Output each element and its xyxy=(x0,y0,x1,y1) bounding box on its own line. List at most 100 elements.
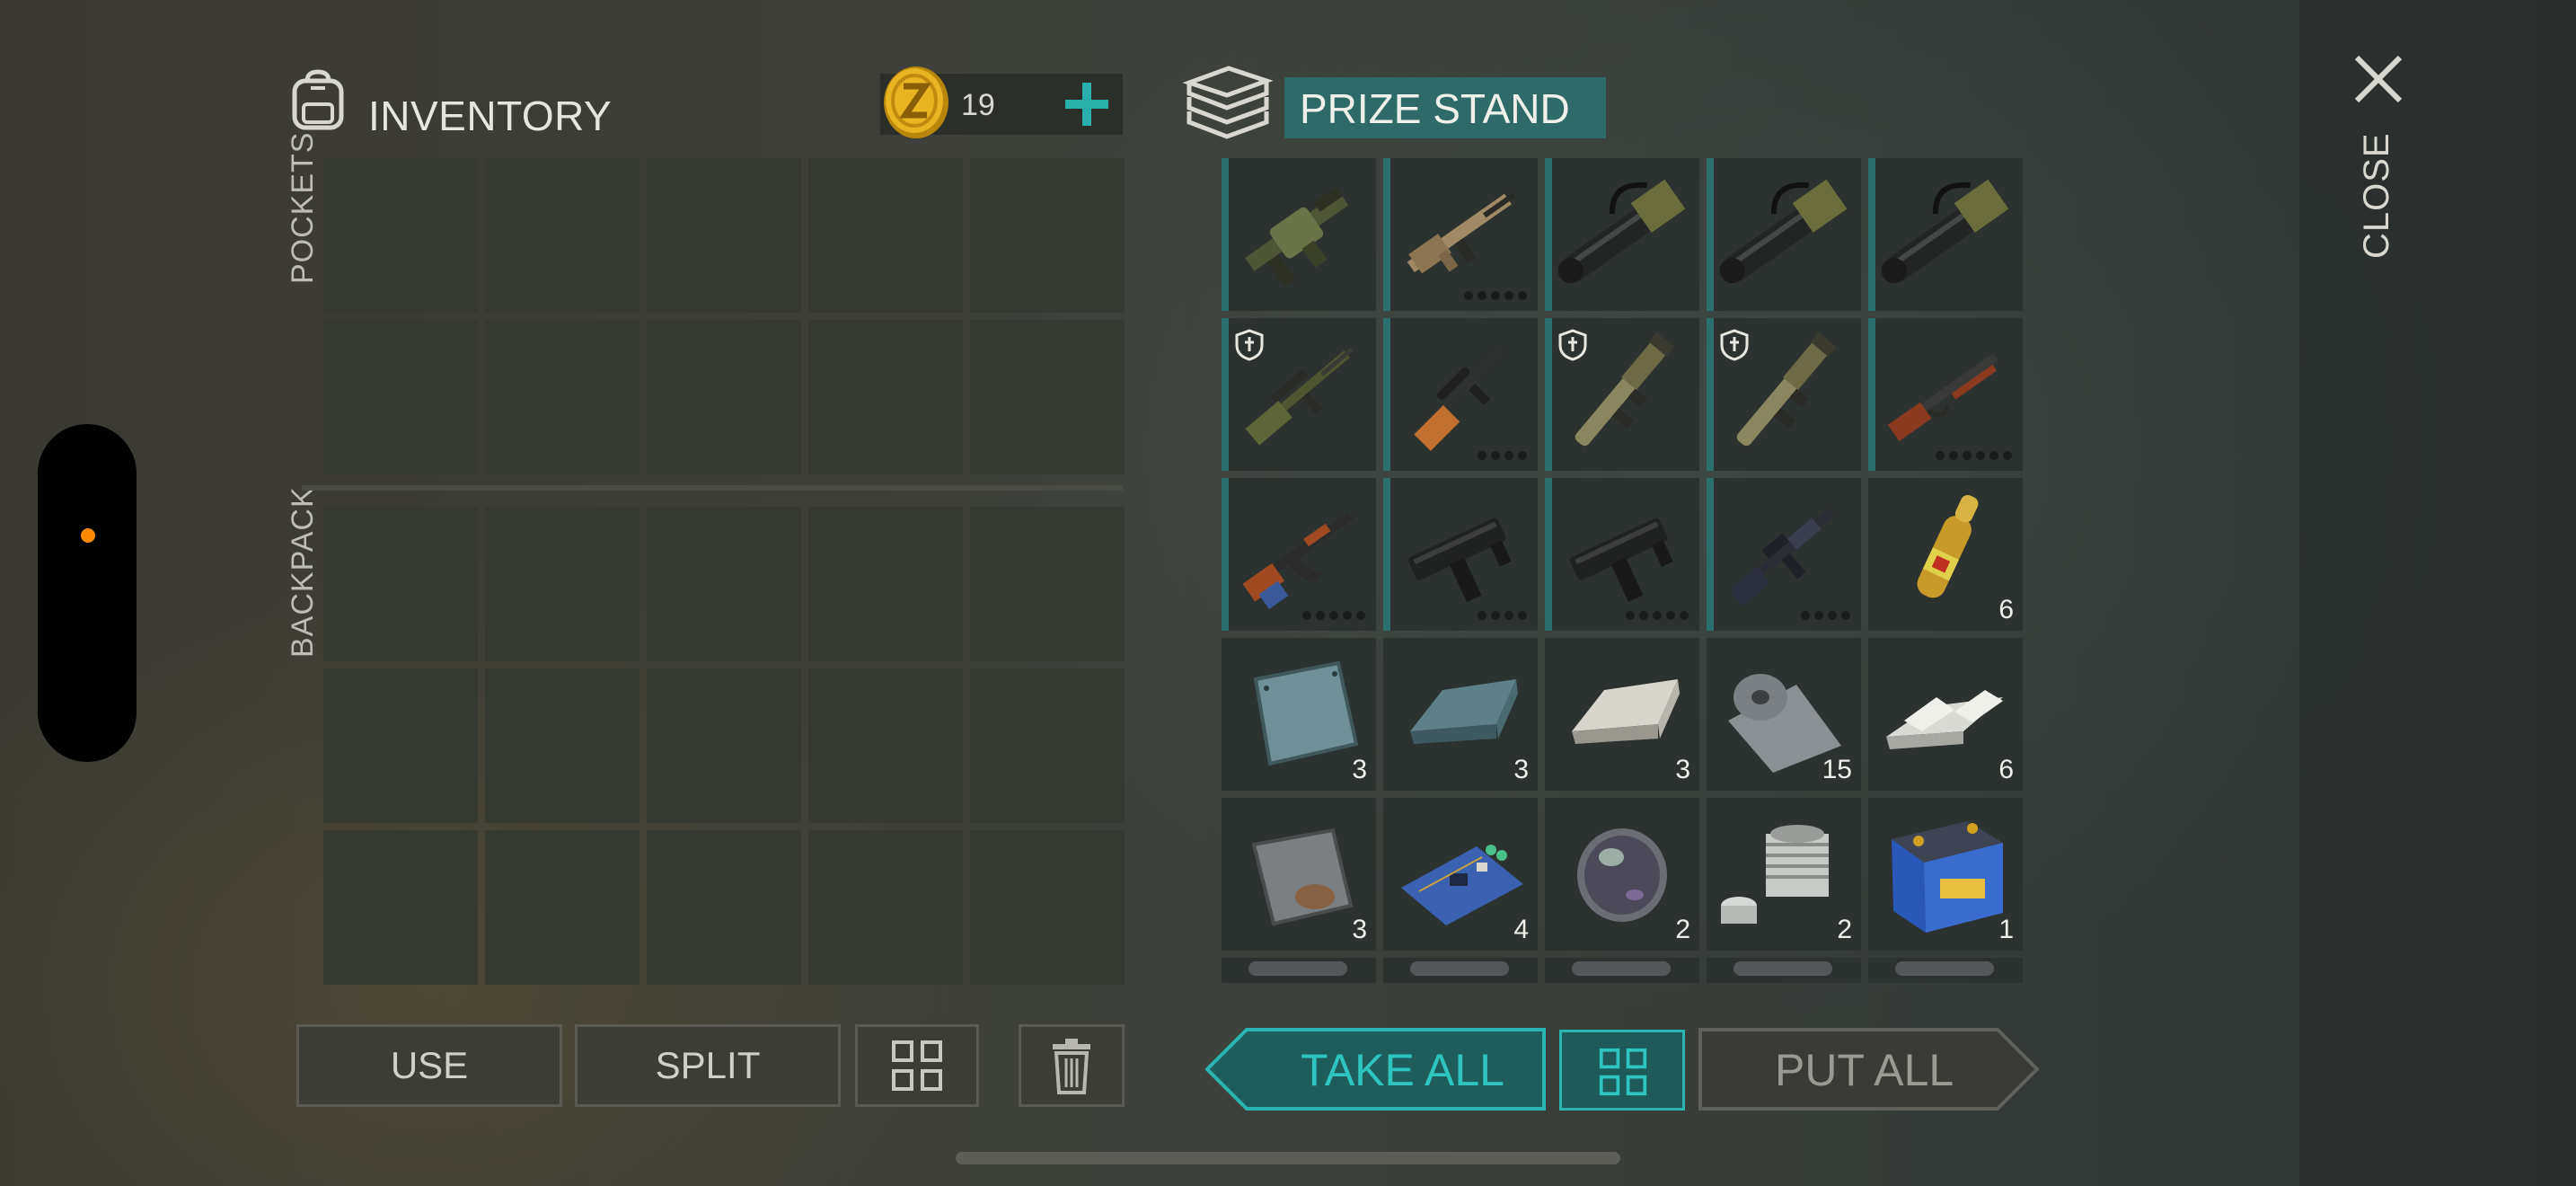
stand-slot[interactable]: 6 xyxy=(1868,638,2023,791)
coin-count: 19 xyxy=(961,88,995,122)
item-count: 15 xyxy=(1822,755,1852,784)
mod-slots xyxy=(1478,451,1527,460)
stand-slot[interactable] xyxy=(1707,958,1861,983)
put-all-label: PUT ALL xyxy=(1775,1045,1954,1095)
stand-slot[interactable] xyxy=(1383,158,1538,311)
backpack-slot[interactable] xyxy=(647,507,801,661)
stand-slot[interactable] xyxy=(1707,158,1861,311)
item-count: 2 xyxy=(1837,915,1852,944)
protected-shield-icon xyxy=(1558,329,1587,361)
pocket-slot[interactable] xyxy=(323,158,478,313)
stand-slot[interactable]: 3 xyxy=(1222,638,1376,791)
item-count: 3 xyxy=(1352,755,1367,784)
stand-slot[interactable] xyxy=(1222,958,1376,983)
stand-slot[interactable] xyxy=(1222,158,1376,311)
stand-slot[interactable]: 6 xyxy=(1868,478,2023,631)
item-count: 3 xyxy=(1513,755,1529,784)
pocket-slot[interactable] xyxy=(323,320,478,474)
stand-slot[interactable] xyxy=(1707,318,1861,471)
pocket-slot[interactable] xyxy=(808,320,963,474)
stand-slot[interactable] xyxy=(1383,318,1538,471)
scoped-carbine-icon xyxy=(1412,346,1506,451)
side-pill xyxy=(38,424,137,762)
stand-slot[interactable] xyxy=(1545,958,1699,983)
section-divider xyxy=(302,485,1123,491)
backpack-slot[interactable] xyxy=(485,668,640,823)
pockets-grid xyxy=(323,158,1125,474)
indicator-dot xyxy=(81,528,95,543)
pocket-slot[interactable] xyxy=(970,158,1125,313)
sort-grid-icon xyxy=(892,1040,942,1091)
scar-rifle-icon xyxy=(1407,192,1516,274)
stand-slot[interactable]: 1 xyxy=(1868,798,2023,951)
mod-slots xyxy=(1626,611,1689,620)
stand-slot[interactable] xyxy=(1222,318,1376,471)
discard-button[interactable] xyxy=(1019,1024,1125,1107)
pocket-slot[interactable] xyxy=(808,158,963,313)
stand-slot[interactable] xyxy=(1545,158,1699,311)
stand-slot[interactable] xyxy=(1383,478,1538,631)
crate-stack-icon xyxy=(1182,66,1274,139)
stand-slot[interactable] xyxy=(1707,478,1861,631)
backpack-slot[interactable] xyxy=(323,507,478,661)
pocket-slot[interactable] xyxy=(647,320,801,474)
partial-item-icon xyxy=(1895,961,1994,976)
backpack-slot[interactable] xyxy=(647,668,801,823)
stand-slot[interactable]: 4 xyxy=(1383,798,1538,951)
pocket-slot[interactable] xyxy=(647,158,801,313)
ak-rifle-icon xyxy=(1242,511,1354,609)
stand-slot[interactable]: 2 xyxy=(1545,798,1699,951)
backpack-slot[interactable] xyxy=(970,668,1125,823)
mod-slots xyxy=(1801,611,1850,620)
stand-slot[interactable] xyxy=(1222,478,1376,631)
sort-inventory-button[interactable] xyxy=(855,1024,979,1107)
backpack-slot[interactable] xyxy=(970,830,1125,985)
pocket-slot[interactable] xyxy=(970,320,1125,474)
backpack-slot[interactable] xyxy=(808,830,963,985)
minigun-icon xyxy=(1719,179,1848,284)
pocket-slot[interactable] xyxy=(485,158,640,313)
stand-slot[interactable]: 3 xyxy=(1545,638,1699,791)
backpack-slot[interactable] xyxy=(323,668,478,823)
stand-slot[interactable] xyxy=(1868,318,2023,471)
stand-slot[interactable]: 2 xyxy=(1707,798,1861,951)
backpack-slot[interactable] xyxy=(485,507,640,661)
stand-slot[interactable] xyxy=(1868,158,2023,311)
prize-stand-grid: 6 3 3 3 15 6 3 4 2 2 1 xyxy=(1222,158,2023,983)
inventory-title: INVENTORY xyxy=(368,93,613,139)
stand-slot[interactable]: 15 xyxy=(1707,638,1861,791)
backpack-slot[interactable] xyxy=(808,507,963,661)
partial-item-icon xyxy=(1734,961,1832,976)
minigun-icon xyxy=(1881,179,2009,284)
backpack-slot[interactable] xyxy=(647,830,801,985)
stand-slot[interactable] xyxy=(1383,958,1538,983)
home-indicator[interactable] xyxy=(956,1152,1620,1164)
lever-shotgun-icon xyxy=(1887,353,1999,441)
backpack-slot[interactable] xyxy=(970,507,1125,661)
item-count: 6 xyxy=(1998,755,2014,784)
prize-stand-scroll-area[interactable]: 6 3 3 3 15 6 3 4 2 2 1 xyxy=(1222,158,2023,983)
backpack-slot[interactable] xyxy=(485,830,640,985)
add-coins-button[interactable] xyxy=(1060,77,1114,131)
item-count: 3 xyxy=(1352,915,1367,944)
sort-stand-button[interactable] xyxy=(1559,1030,1685,1111)
pocket-slot[interactable] xyxy=(485,320,640,474)
close-button[interactable]: CLOSE xyxy=(2357,132,2397,259)
stand-slot[interactable] xyxy=(1545,318,1699,471)
take-all-label: TAKE ALL xyxy=(1301,1045,1504,1095)
split-button[interactable]: SPLIT xyxy=(575,1024,841,1107)
backpack-slot[interactable] xyxy=(808,668,963,823)
backpack-slot[interactable] xyxy=(323,830,478,985)
stand-slot[interactable]: 3 xyxy=(1383,638,1538,791)
backpack-label: BACKPACK xyxy=(286,486,320,658)
stand-slot[interactable] xyxy=(1545,478,1699,631)
partial-item-icon xyxy=(1572,961,1671,976)
trash-icon xyxy=(1053,1039,1090,1094)
pockets-label: POCKETS xyxy=(286,131,320,284)
close-icon[interactable] xyxy=(2351,52,2405,106)
sort-grid-icon xyxy=(1599,1048,1647,1096)
stand-slot[interactable]: 3 xyxy=(1222,798,1376,951)
mod-slots xyxy=(1936,451,2012,460)
stand-slot[interactable] xyxy=(1868,958,2023,983)
use-button[interactable]: USE xyxy=(296,1024,562,1107)
